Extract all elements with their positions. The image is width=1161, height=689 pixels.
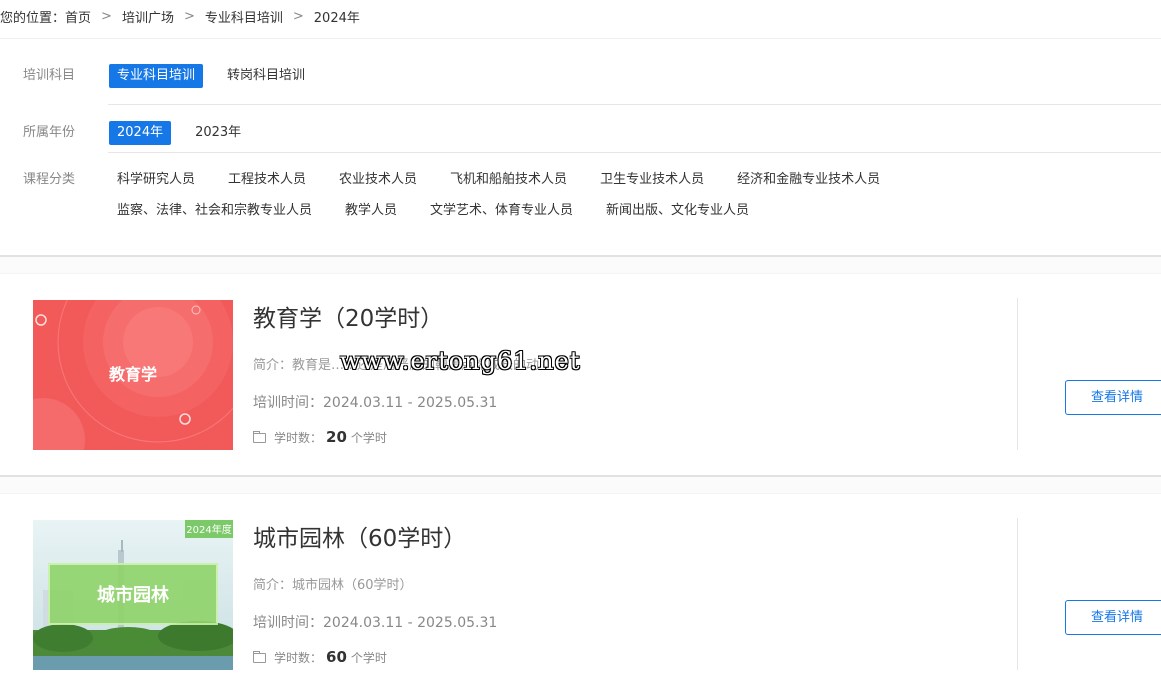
section-divider: [0, 475, 1161, 494]
category-option[interactable]: 科学研究人员: [109, 168, 203, 199]
category-option[interactable]: 文学艺术、体育专业人员: [422, 199, 581, 230]
filter-subject-label: 培训科目: [23, 68, 76, 83]
course-hours-unit: 个学时: [350, 431, 387, 445]
category-option[interactable]: 教学人员: [337, 199, 405, 230]
category-option[interactable]: 新闻出版、文化专业人员: [598, 199, 757, 230]
course-thumbnail[interactable]: 教育学: [33, 300, 233, 450]
year-option-2023[interactable]: 2023年: [187, 121, 249, 145]
course-hours-value: 60: [326, 648, 347, 666]
filter-subject: 培训科目 专业科目培训 转岗科目培训: [23, 64, 1161, 88]
category-option[interactable]: 监察、法律、社会和宗教专业人员: [109, 199, 320, 230]
course-card: 城市园林 2024年度 城市园林（60学时） 简介：城市园林（60学时） 培训时…: [0, 518, 1161, 672]
filter-category: 课程分类 科学研究人员 工程技术人员 农业技术人员 飞机和船舶技术人员 卫生专业…: [23, 168, 1161, 230]
course-time-value: 2024.03.11 - 2025.05.31: [323, 395, 498, 411]
course-hours: 学时数： 20 个学时: [253, 428, 387, 446]
breadcrumb-prefix: 您的位置：: [0, 10, 66, 26]
course-hours: 学时数： 60 个学时: [253, 648, 387, 666]
year-option-2024[interactable]: 2024年: [109, 121, 172, 145]
breadcrumb-separator: >: [101, 8, 112, 24]
course-intro-label: 简介：: [253, 578, 293, 593]
vertical-divider: [1017, 518, 1018, 670]
filter-category-label: 课程分类: [23, 172, 76, 187]
breadcrumb: 您的位置： 首页 > 培训广场 > 专业科目培训 > 2024年: [0, 6, 360, 26]
folder-icon: [253, 651, 266, 663]
course-hours-label: 学时数：: [274, 651, 323, 665]
view-details-button[interactable]: 查看详情: [1065, 380, 1161, 415]
course-title[interactable]: 教育学（20学时）: [253, 302, 443, 336]
watermark: www.ertong61.net: [340, 347, 581, 375]
section-divider: [0, 255, 1161, 274]
breadcrumb-separator: >: [292, 8, 304, 24]
breadcrumb-professional-training[interactable]: 专业科目培训: [205, 7, 283, 26]
vertical-divider: [1017, 298, 1018, 450]
thumbnail-badge: 2024年度: [186, 523, 231, 536]
course-time-label: 培训时间：: [253, 395, 323, 411]
breadcrumb-home[interactable]: 首页: [65, 7, 91, 26]
course-intro-label: 简介：: [253, 358, 293, 373]
view-details-button[interactable]: 查看详情: [1065, 600, 1161, 635]
course-intro-text: 城市园林（60学时）: [292, 578, 413, 593]
course-thumbnail[interactable]: 城市园林 2024年度: [33, 520, 233, 670]
course-hours-value: 20: [326, 428, 347, 446]
course-time-label: 培训时间：: [253, 615, 323, 631]
divider: [108, 152, 1161, 153]
category-option[interactable]: 农业技术人员: [331, 168, 425, 199]
breadcrumb-current-year: 2024年: [313, 10, 360, 26]
category-option[interactable]: 卫生专业技术人员: [592, 168, 712, 199]
course-intro: 简介：城市园林（60学时）: [253, 574, 413, 593]
divider: [108, 104, 1161, 105]
filter-year-label: 所属年份: [23, 125, 76, 140]
breadcrumb-training-plaza[interactable]: 培训广场: [122, 7, 174, 26]
course-hours-unit: 个学时: [350, 651, 387, 665]
course-time-value: 2024.03.11 - 2025.05.31: [323, 615, 498, 631]
divider: [0, 38, 1161, 39]
course-hours-label: 学时数：: [274, 431, 323, 445]
breadcrumb-separator: >: [183, 8, 195, 24]
subject-option-transfer[interactable]: 转岗科目培训: [219, 64, 313, 88]
course-time: 培训时间：2024.03.11 - 2025.05.31: [253, 612, 497, 632]
course-card: 教育学 教育学（20学时） 简介：教育是……还是用严厉的鞭策点燃成长的动... …: [0, 298, 1161, 452]
category-option[interactable]: 经济和金融专业技术人员: [729, 168, 888, 199]
category-option[interactable]: 飞机和船舶技术人员: [442, 168, 575, 199]
subject-option-professional[interactable]: 专业科目培训: [109, 64, 204, 88]
course-thumbnail-image: 城市园林 2024年度: [33, 520, 233, 670]
course-thumbnail-image: 教育学: [33, 300, 233, 450]
course-time: 培训时间：2024.03.11 - 2025.05.31: [253, 392, 497, 412]
category-option[interactable]: 工程技术人员: [220, 168, 314, 199]
course-title[interactable]: 城市园林（60学时）: [253, 522, 466, 556]
thumbnail-label: 城市园林: [97, 584, 169, 606]
filter-year: 所属年份 2024年 2023年: [23, 121, 1161, 145]
folder-icon: [253, 431, 266, 443]
thumbnail-label: 教育学: [109, 365, 157, 384]
